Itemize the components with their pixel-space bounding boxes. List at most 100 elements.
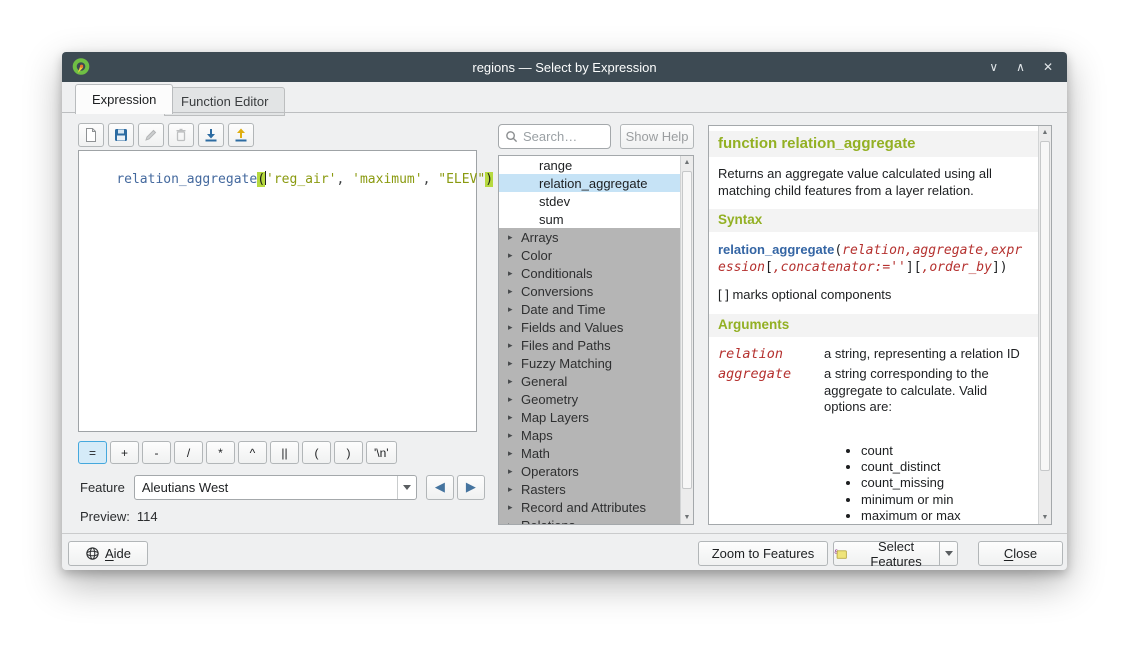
select-features-dropdown[interactable]	[940, 541, 958, 566]
expand-triangle-icon[interactable]: ▸	[508, 466, 521, 477]
function-list-item[interactable]: relation_aggregate	[499, 174, 680, 192]
aggregate-options-list: countcount_distinctcount_missingminimum …	[846, 443, 1029, 524]
expand-triangle-icon[interactable]: ▸	[508, 394, 521, 405]
zoom-to-features-button[interactable]: Zoom to Features	[698, 541, 828, 566]
scrollbar-thumb[interactable]	[682, 171, 692, 489]
expand-triangle-icon[interactable]: ▸	[508, 430, 521, 441]
expression-token: ,	[423, 172, 439, 187]
help-function-title: function relation_aggregate	[709, 131, 1038, 157]
operator-button[interactable]: *	[206, 441, 235, 464]
help-syntax-code: relation_aggregate(relation,aggregate,ex…	[718, 241, 1029, 277]
scrollbar-thumb[interactable]	[1040, 141, 1050, 471]
expand-triangle-icon[interactable]: ▸	[508, 376, 521, 387]
function-list-item[interactable]: ▸Rasters	[499, 480, 680, 498]
function-list-item-label: Map Layers	[521, 410, 589, 425]
expand-triangle-icon[interactable]: ▸	[508, 520, 521, 525]
function-list-item[interactable]: ▸Conditionals	[499, 264, 680, 282]
operator-button[interactable]: -	[142, 441, 171, 464]
previous-feature-button[interactable]: ◀	[426, 475, 454, 500]
function-list-item-label: Geometry	[521, 392, 578, 407]
function-list-item[interactable]: ▸Relations	[499, 516, 680, 524]
function-list-item[interactable]: ▸Arrays	[499, 228, 680, 246]
operator-button[interactable]: ^	[238, 441, 267, 464]
operator-button[interactable]: '\n'	[366, 441, 397, 464]
operator-button[interactable]: )	[334, 441, 363, 464]
function-list-item[interactable]: ▸Fuzzy Matching	[499, 354, 680, 372]
argument-name: relation	[718, 346, 824, 363]
function-list-item[interactable]: ▸Math	[499, 444, 680, 462]
edit-expression-button[interactable]	[138, 123, 164, 147]
function-list-item-label: Operators	[521, 464, 579, 479]
function-list-item[interactable]: ▸Geometry	[499, 390, 680, 408]
function-list-item[interactable]: ▸Date and Time	[499, 300, 680, 318]
titlebar[interactable]: regions — Select by Expression ∨ ∧ ✕	[62, 52, 1067, 82]
minimize-icon[interactable]: ∨	[989, 52, 998, 82]
function-list-item-label: Math	[521, 446, 550, 461]
function-list-item[interactable]: ▸Files and Paths	[499, 336, 680, 354]
syntax-token: relation_aggregate	[718, 242, 834, 257]
preview-label: Preview:	[80, 509, 130, 524]
expand-triangle-icon[interactable]: ▸	[508, 412, 521, 423]
function-list-item[interactable]: range	[499, 156, 680, 174]
expression-token: 'maximum'	[352, 172, 422, 187]
feature-combo-arrow[interactable]	[397, 476, 416, 499]
aggregate-option: minimum or min	[861, 492, 1029, 508]
function-list-item[interactable]: sum	[499, 210, 680, 228]
expand-triangle-icon[interactable]: ▸	[508, 502, 521, 513]
function-list-scrollbar[interactable]: ▲ ▼	[680, 156, 693, 524]
help-button[interactable]: Aide	[68, 541, 148, 566]
search-icon	[505, 130, 518, 143]
scroll-up-icon[interactable]: ▲	[681, 159, 693, 166]
operator-button[interactable]: =	[78, 441, 107, 464]
feature-combobox[interactable]: Aleutians West	[134, 475, 417, 500]
expand-triangle-icon[interactable]: ▸	[508, 340, 521, 351]
operator-button[interactable]: ||	[270, 441, 299, 464]
expand-triangle-icon[interactable]: ▸	[508, 232, 521, 243]
function-list-item[interactable]: ▸General	[499, 372, 680, 390]
syntax-token: )	[1000, 260, 1008, 275]
function-list-item[interactable]: ▸Record and Attributes	[499, 498, 680, 516]
expression-code: relation_aggregate('reg_air', 'maximum',…	[116, 172, 493, 187]
arrow-left-icon: ◀	[435, 479, 445, 495]
scroll-down-icon[interactable]: ▼	[681, 514, 693, 521]
save-expression-button[interactable]	[108, 123, 134, 147]
scroll-up-icon[interactable]: ▲	[1039, 129, 1051, 136]
expression-editor[interactable]: relation_aggregate('reg_air', 'maximum',…	[78, 150, 477, 432]
operator-button[interactable]: /	[174, 441, 203, 464]
expand-triangle-icon[interactable]: ▸	[508, 304, 521, 315]
function-list-item[interactable]: ▸Color	[499, 246, 680, 264]
next-feature-button[interactable]: ▶	[457, 475, 485, 500]
show-help-button[interactable]: Show Help	[620, 124, 694, 149]
operator-button[interactable]: (	[302, 441, 331, 464]
function-list-item[interactable]: ▸Operators	[499, 462, 680, 480]
function-list-item-label: Fuzzy Matching	[521, 356, 612, 371]
function-list-item[interactable]: ▸Map Layers	[499, 408, 680, 426]
expand-triangle-icon[interactable]: ▸	[508, 322, 521, 333]
maximize-icon[interactable]: ∧	[1016, 52, 1025, 82]
syntax-token: ,	[773, 260, 781, 275]
delete-expression-button[interactable]	[168, 123, 194, 147]
new-expression-button[interactable]	[78, 123, 104, 147]
operator-button[interactable]: +	[110, 441, 139, 464]
expand-triangle-icon[interactable]: ▸	[508, 358, 521, 369]
export-expression-button[interactable]	[228, 123, 254, 147]
function-list-item[interactable]: stdev	[499, 192, 680, 210]
expand-triangle-icon[interactable]: ▸	[508, 286, 521, 297]
function-list-item[interactable]: ▸Maps	[499, 426, 680, 444]
function-list-item-label: General	[521, 374, 567, 389]
expand-triangle-icon[interactable]: ▸	[508, 268, 521, 279]
help-scrollbar[interactable]: ▲ ▼	[1038, 126, 1051, 524]
select-features-button[interactable]: ε Select Features	[833, 541, 940, 566]
close-icon[interactable]: ✕	[1043, 52, 1053, 82]
expand-triangle-icon[interactable]: ▸	[508, 448, 521, 459]
expand-triangle-icon[interactable]: ▸	[508, 484, 521, 495]
search-input[interactable]: Search…	[498, 124, 611, 149]
tab-expression[interactable]: Expression	[75, 84, 173, 114]
function-list-item[interactable]: ▸Fields and Values	[499, 318, 680, 336]
scroll-down-icon[interactable]: ▼	[1039, 514, 1051, 521]
function-list-item[interactable]: ▸Conversions	[499, 282, 680, 300]
expand-triangle-icon[interactable]: ▸	[508, 250, 521, 261]
close-button[interactable]: Close	[978, 541, 1063, 566]
expression-token: (	[257, 172, 265, 187]
import-expression-button[interactable]	[198, 123, 224, 147]
